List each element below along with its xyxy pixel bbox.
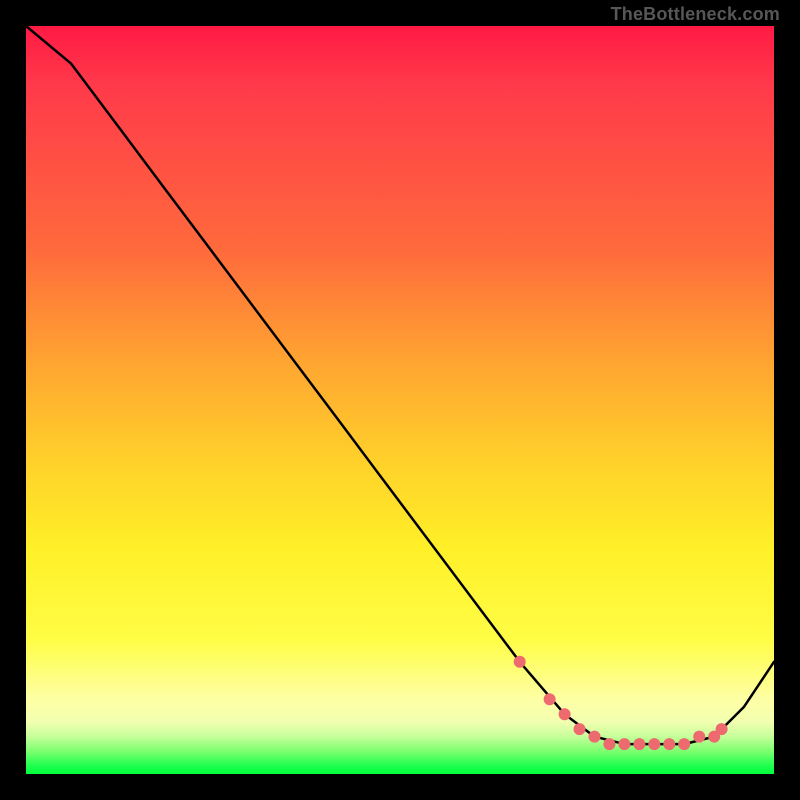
curve-marker <box>589 731 601 743</box>
curve-marker <box>693 731 705 743</box>
curve-marker <box>716 723 728 735</box>
curve-marker <box>603 738 615 750</box>
curve-marker <box>648 738 660 750</box>
curve-marker <box>633 738 645 750</box>
curve-markers <box>514 656 728 750</box>
chart-svg <box>26 26 774 774</box>
curve-marker <box>559 708 571 720</box>
chart-frame: TheBottleneck.com <box>0 0 800 800</box>
curve-marker <box>514 656 526 668</box>
curve-marker <box>544 693 556 705</box>
plot-area <box>26 26 774 774</box>
curve-marker <box>618 738 630 750</box>
curve-line <box>26 26 774 744</box>
curve-marker <box>663 738 675 750</box>
attribution-label: TheBottleneck.com <box>611 4 780 25</box>
curve-marker <box>574 723 586 735</box>
curve-marker <box>678 738 690 750</box>
